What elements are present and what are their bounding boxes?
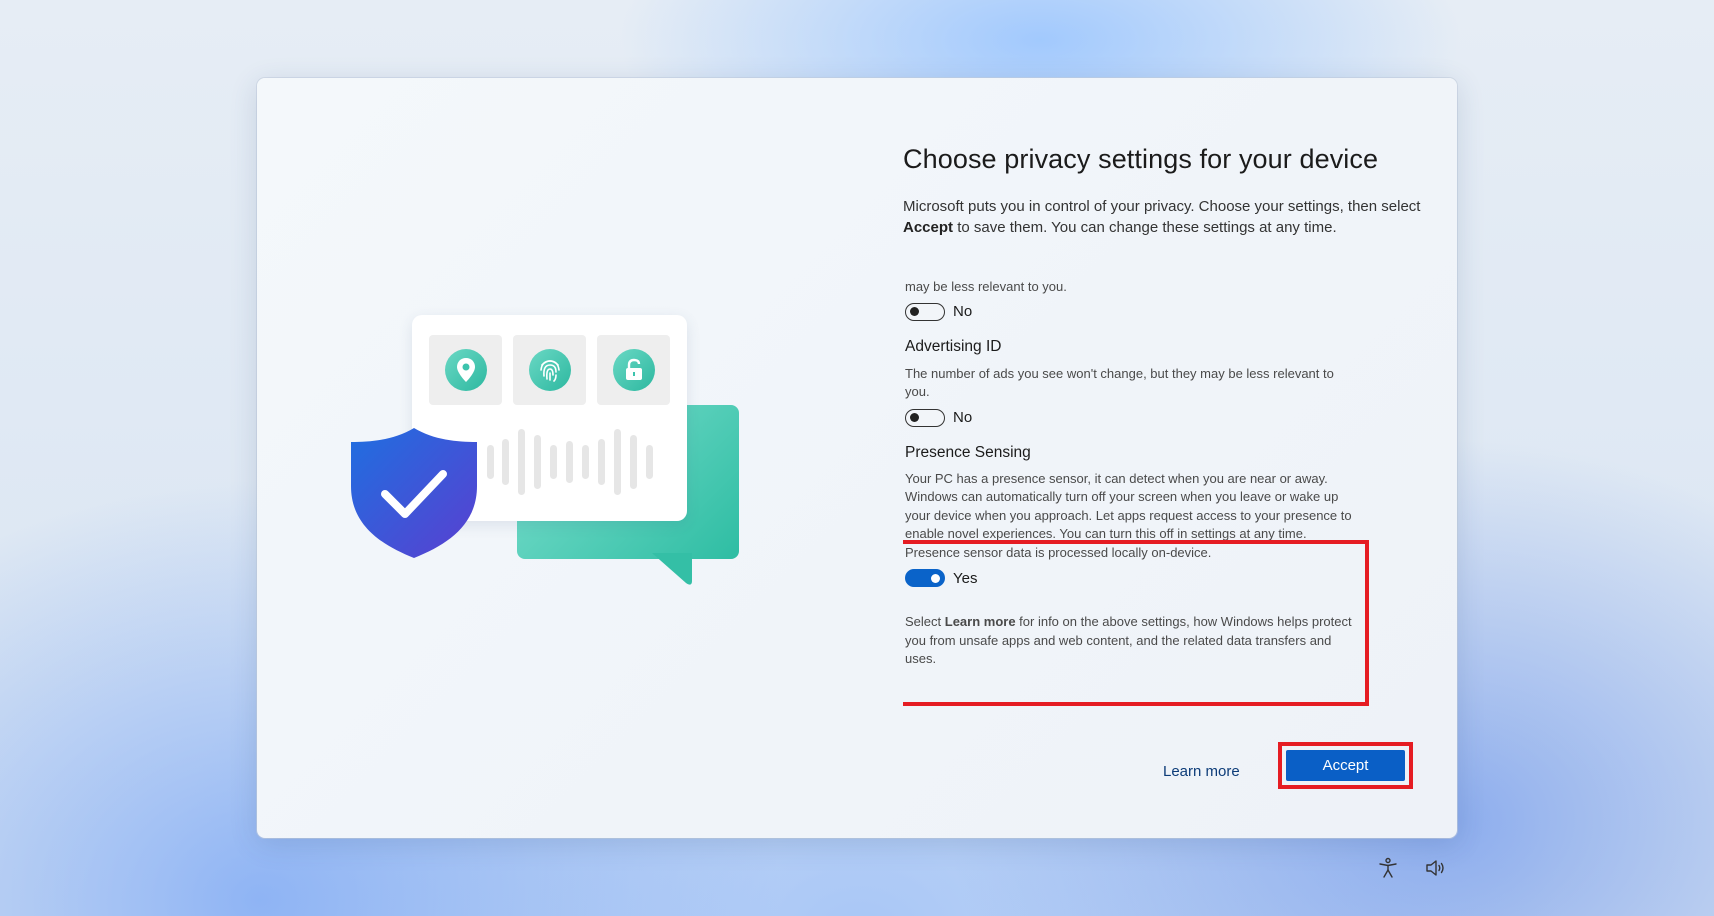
audio-waveform — [487, 429, 653, 495]
intro-text-part2: to save them. You can change these setti… — [953, 219, 1337, 236]
advertising-id-toggle-row: No — [905, 408, 1365, 427]
unlock-icon — [625, 358, 642, 380]
partial-setting-description: may be less relevant to you. — [905, 279, 1067, 294]
oobe-window: Choose privacy settings for your device … — [257, 78, 1457, 838]
intro-text: Microsoft puts you in control of your pr… — [903, 196, 1423, 238]
advertising-id-setting: Advertising ID The number of ads you see… — [905, 338, 1365, 427]
privacy-panel: Choose privacy settings for your device … — [903, 78, 1423, 838]
advertising-id-description: The number of ads you see won't change, … — [905, 365, 1334, 400]
privacy-illustration — [257, 78, 857, 838]
partial-setting-toggle[interactable] — [905, 302, 945, 321]
settings-scroll-area[interactable]: may be less relevant to you. No Advertis… — [903, 278, 1373, 738]
location-tile — [429, 335, 502, 405]
chat-bubble-tail — [652, 553, 692, 585]
location-pin-icon — [456, 358, 475, 382]
lock-tile — [597, 335, 670, 405]
intro-text-bold: Accept — [903, 219, 954, 236]
page-title: Choose privacy settings for your device — [903, 144, 1379, 174]
advertising-id-toggle-label: No — [953, 409, 973, 426]
partial-setting-toggle-row: No — [905, 302, 1365, 321]
intro-text-part1: Microsoft puts you in control of your pr… — [903, 198, 1421, 215]
volume-icon[interactable] — [1424, 856, 1448, 880]
advertising-id-heading: Advertising ID — [905, 337, 1002, 355]
fingerprint-tile — [513, 335, 586, 405]
learn-more-link[interactable]: Learn more — [1163, 763, 1240, 780]
shield-check-icon — [351, 428, 477, 558]
presence-sensing-heading: Presence Sensing — [905, 443, 1031, 461]
partial-setting-toggle-label: No — [953, 303, 973, 320]
accept-button[interactable]: Accept — [1286, 750, 1405, 781]
advertising-id-toggle[interactable] — [905, 408, 945, 427]
fingerprint-icon — [539, 360, 560, 382]
accessibility-icon[interactable] — [1376, 856, 1400, 880]
accept-button-highlight: Accept — [1278, 742, 1413, 789]
presence-sensing-highlight — [903, 540, 1369, 706]
